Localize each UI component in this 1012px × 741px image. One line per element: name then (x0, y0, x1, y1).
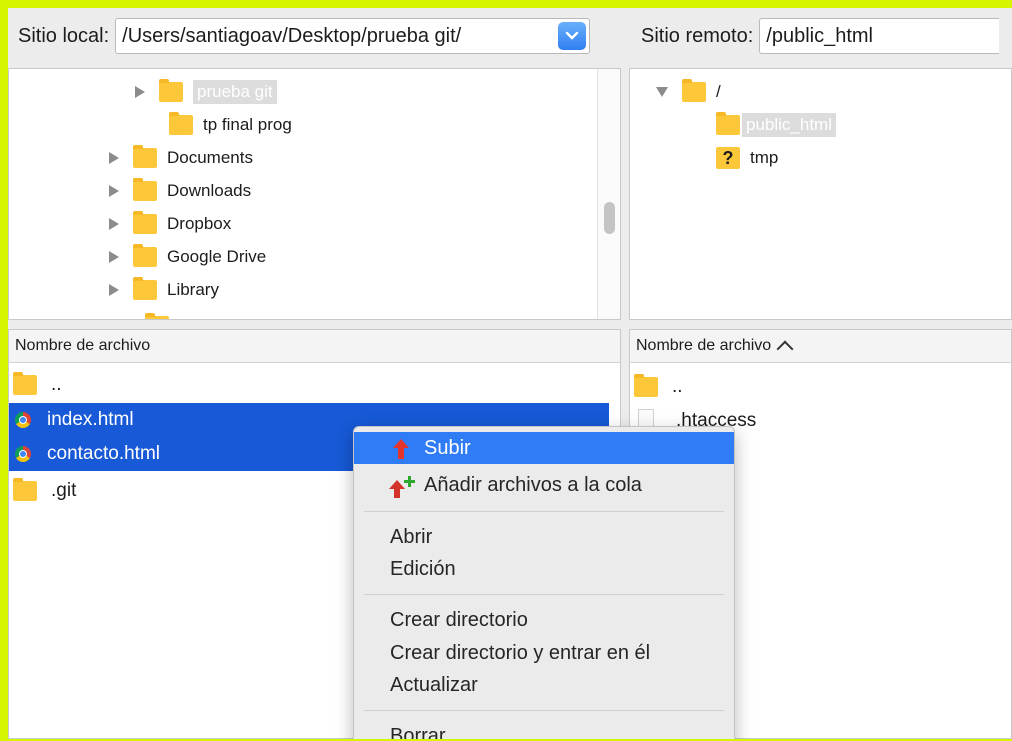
menu-item-label: Actualizar (390, 673, 478, 696)
tree-item-tmp[interactable]: ? tmp (716, 143, 778, 173)
upload-arrow-icon (392, 438, 410, 466)
local-site-label: Sitio local: (18, 24, 110, 47)
menu-item-label: Crear directorio y entrar en él (390, 641, 651, 664)
menu-item-label: Subir (424, 436, 471, 459)
tree-item-label: tmp (750, 148, 779, 167)
tree-item-downloads[interactable]: Downloads (109, 176, 251, 206)
tree-item-prueba-git[interactable]: prueba git (135, 77, 277, 107)
folder-icon (13, 372, 37, 395)
menu-item-label: Añadir archivos a la cola (424, 473, 642, 496)
local-directory-tree[interactable]: prueba git tp final prog Documents Downl… (8, 68, 621, 320)
local-list-header-filename[interactable]: Nombre de archivo (9, 330, 620, 363)
menu-item-label: Crear directorio (390, 608, 528, 631)
menu-separator (364, 710, 724, 711)
menu-item-label: Abrir (390, 525, 433, 548)
folder-icon (133, 277, 157, 300)
local-site-bar: Sitio local: /Users/santiagoav/Desktop/p… (8, 8, 621, 64)
remote-directory-tree[interactable]: / public_html ? tmp (629, 68, 1012, 320)
menu-item-crear-directorio-y-entrar[interactable]: Crear directorio y entrar en él (354, 637, 734, 669)
list-item-parent[interactable]: .. (9, 368, 62, 402)
remote-list-header-filename[interactable]: Nombre de archivo (630, 330, 1011, 363)
tree-item-root[interactable]: / (656, 77, 721, 107)
chrome-icon (15, 446, 31, 462)
menu-separator (364, 511, 724, 512)
folder-icon (13, 478, 37, 501)
expand-arrow-icon[interactable] (109, 152, 119, 164)
menu-item-edicion[interactable]: Edición (354, 553, 734, 585)
scrollbar-thumb[interactable] (604, 202, 615, 234)
expand-arrow-icon[interactable] (109, 218, 119, 230)
tree-item-public-html[interactable]: public_html (716, 110, 836, 140)
remote-site-bar: Sitio remoto: /public_html (629, 8, 1012, 64)
folder-icon (682, 79, 706, 102)
tree-item-label: Google Drive (167, 247, 267, 266)
tree-item-partial (145, 305, 179, 319)
column-header-label: Nombre de archivo (15, 337, 151, 354)
folder-icon (716, 112, 740, 135)
menu-item-anadir-a-la-cola[interactable]: Añadir archivos a la cola (354, 469, 734, 501)
local-tree-scrollbar[interactable] (597, 69, 620, 319)
local-path-dropdown-button[interactable] (558, 22, 587, 50)
folder-icon (169, 112, 193, 135)
file-name: contacto.html (47, 443, 160, 464)
tree-item-label: Library (167, 280, 219, 299)
menu-item-borrar[interactable]: Borrar (354, 720, 734, 740)
add-to-queue-icon (388, 475, 418, 505)
expand-arrow-icon[interactable] (109, 251, 119, 263)
expand-arrow-icon[interactable] (135, 86, 145, 98)
tree-item-google-drive[interactable]: Google Drive (109, 242, 266, 272)
menu-separator (364, 594, 724, 595)
file-name: .. (672, 376, 683, 397)
file-name: .. (51, 374, 62, 395)
column-header-label: Nombre de archivo (636, 337, 772, 354)
remote-path-combo[interactable]: /public_html (759, 18, 1000, 54)
folder-icon (133, 145, 157, 168)
context-menu: Subir Añadir archivos a la cola Abrir Ed… (353, 426, 735, 739)
list-item-parent[interactable]: .. (630, 370, 683, 404)
tree-item-library[interactable]: Library (109, 275, 219, 305)
tree-item-label: Documents (167, 148, 253, 167)
folder-icon (133, 178, 157, 201)
sort-ascending-icon (776, 340, 794, 358)
tree-item-dropbox[interactable]: Dropbox (109, 209, 231, 239)
filezilla-window: Sitio local: /Users/santiagoav/Desktop/p… (8, 8, 1012, 739)
chevron-down-icon (565, 31, 579, 40)
local-path-value[interactable]: /Users/santiagoav/Desktop/prueba git/ (122, 25, 461, 48)
folder-icon (133, 244, 157, 267)
folder-icon (634, 374, 658, 397)
tree-item-label: prueba git (193, 80, 277, 104)
folder-icon (159, 79, 183, 102)
menu-item-crear-directorio[interactable]: Crear directorio (354, 604, 734, 636)
file-name: .git (51, 480, 77, 501)
expand-arrow-icon[interactable] (109, 185, 119, 197)
collapse-arrow-icon[interactable] (656, 87, 668, 97)
folder-icon (133, 211, 157, 234)
tree-item-label: public_html (742, 113, 836, 137)
tree-item-label: Downloads (167, 181, 252, 200)
tree-item-documents[interactable]: Documents (109, 143, 253, 173)
question-icon: ? (716, 147, 740, 169)
menu-item-actualizar[interactable]: Actualizar (354, 669, 734, 701)
file-name: index.html (47, 409, 134, 430)
chrome-icon (15, 412, 31, 428)
tree-item-label: tp final prog (203, 115, 292, 134)
menu-item-label: Borrar (390, 724, 446, 740)
tree-item-tp-final-prog[interactable]: tp final prog (169, 110, 292, 140)
expand-arrow-icon[interactable] (109, 284, 119, 296)
list-item-git[interactable]: .git (9, 474, 76, 508)
remote-path-value[interactable]: /public_html (766, 25, 873, 48)
menu-item-label: Edición (390, 557, 456, 580)
local-path-combo[interactable]: /Users/santiagoav/Desktop/prueba git/ (115, 18, 591, 54)
tree-item-label: / (716, 82, 721, 101)
menu-item-abrir[interactable]: Abrir (354, 521, 734, 553)
tree-item-label: Dropbox (167, 214, 232, 233)
folder-icon (145, 313, 169, 319)
remote-site-label: Sitio remoto: (641, 24, 754, 47)
menu-item-subir[interactable]: Subir (354, 432, 734, 464)
